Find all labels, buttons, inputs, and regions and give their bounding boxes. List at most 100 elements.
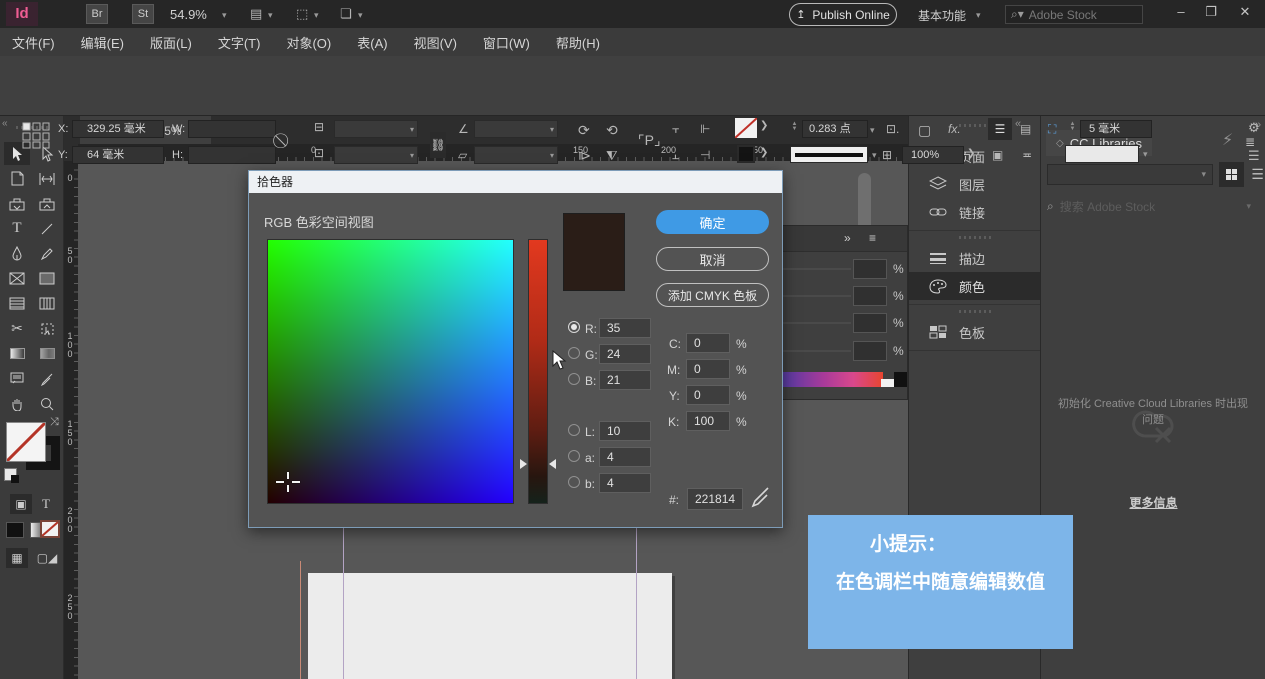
hex-eyedropper-icon[interactable] <box>751 486 771 508</box>
lab-b-field[interactable]: 4 <box>599 473 651 493</box>
width-field[interactable] <box>188 120 276 138</box>
corner-options-icon[interactable]: ⊡. <box>886 122 899 136</box>
swap-fill-stroke-icon[interactable]: ⤨ <box>50 416 59 429</box>
screen-mode-chevron-icon[interactable]: ▾ <box>314 10 319 21</box>
distribute-right-icon[interactable]: ⊣ <box>700 148 710 162</box>
y-field[interactable]: 0 <box>686 385 730 405</box>
ok-button[interactable]: 确定 <box>656 210 769 234</box>
arrange-documents-icon[interactable]: ❏ <box>340 6 352 22</box>
grid-view-button[interactable] <box>1219 162 1244 187</box>
stroke-style-chevron-icon[interactable]: ▾ <box>872 150 877 161</box>
rotate-ccw-icon[interactable]: ⟲ <box>606 122 618 139</box>
fill-proxy-none-swatch[interactable] <box>6 422 46 462</box>
cc-search-input[interactable]: ⌕ 搜索 Adobe Stock ▾ <box>1047 196 1259 216</box>
formatting-affects-text-button[interactable]: T <box>42 496 50 512</box>
panel-gear-icon[interactable]: ⚙ <box>1248 120 1260 136</box>
apply-color-button[interactable] <box>6 522 24 538</box>
fill-flyout-chevron-icon[interactable]: ❯ <box>760 147 768 158</box>
y-position-field[interactable]: 64 毫米 <box>72 146 164 164</box>
k-field[interactable]: 100 <box>686 411 730 431</box>
restore-button[interactable]: ❐ <box>1198 4 1224 20</box>
note-tool[interactable] <box>4 367 30 390</box>
gap-tool[interactable] <box>34 167 60 190</box>
pen-tool[interactable] <box>4 242 30 265</box>
stroke-style-dropdown[interactable] <box>790 146 868 163</box>
default-fill-stroke-icon[interactable] <box>4 468 17 481</box>
rectangle-tool[interactable] <box>34 267 60 290</box>
wrap-jump-icon[interactable]: ≖ <box>1022 148 1032 162</box>
wrap-bounding-icon[interactable]: ▤ <box>1020 122 1031 136</box>
stroke-color-none-swatch[interactable] <box>735 118 757 138</box>
height-field[interactable] <box>188 146 276 164</box>
opacity-field[interactable]: 100% <box>902 146 964 164</box>
c-field[interactable]: 0 <box>686 333 730 353</box>
screen-mode-icon[interactable]: ⬚ <box>296 6 308 22</box>
zoom-level-chevron-icon[interactable]: ▾ <box>222 10 227 21</box>
x-position-field[interactable]: 329.25 毫米 <box>72 120 164 138</box>
menu-edit[interactable]: 编辑(E) <box>81 33 124 52</box>
dock-item-color[interactable]: 颜色 <box>909 272 1041 300</box>
apply-none-button[interactable] <box>40 520 60 538</box>
applied-swatch-dropdown[interactable] <box>1065 145 1139 163</box>
list-view-button[interactable]: ☰ <box>1245 162 1265 187</box>
panel-menu-icon[interactable]: ☰ <box>1248 148 1260 164</box>
more-info-link[interactable]: 更多信息 <box>1041 494 1265 511</box>
black-field[interactable] <box>853 341 887 361</box>
menu-table[interactable]: 表(A) <box>357 33 387 52</box>
quick-apply-lightning-icon[interactable]: ⚡ <box>1222 130 1233 150</box>
magenta-field[interactable] <box>853 286 887 306</box>
r-field[interactable]: 35 <box>599 318 651 338</box>
type-tool[interactable]: T <box>4 217 30 240</box>
free-transform-tool[interactable] <box>34 317 60 340</box>
cancel-button[interactable]: 取消 <box>656 247 769 271</box>
applied-swatch-chevron-icon[interactable]: ▾ <box>1143 149 1148 160</box>
arrange-documents-chevron-icon[interactable]: ▾ <box>358 10 363 21</box>
g-field[interactable]: 24 <box>599 344 651 364</box>
scale-y-icon[interactable]: ⊡ <box>314 146 324 160</box>
hand-tool[interactable] <box>4 392 30 415</box>
r-radio[interactable] <box>568 321 580 333</box>
wrap-none-icon[interactable]: ☰ <box>988 118 1012 140</box>
menu-help[interactable]: 帮助(H) <box>556 33 600 52</box>
stroke-weight-field[interactable]: 0.283 点 <box>802 120 868 138</box>
scale-x-icon[interactable]: ⊟ <box>314 120 324 134</box>
g-radio[interactable] <box>568 347 580 359</box>
expand-panel-icon[interactable]: » <box>844 231 851 245</box>
gradient-feather-tool[interactable] <box>34 342 60 365</box>
l-radio[interactable] <box>568 424 580 436</box>
menu-object[interactable]: 对象(O) <box>286 33 331 52</box>
dock-item-links[interactable]: 链接 <box>909 198 1041 226</box>
adobe-stock-button[interactable]: St <box>132 4 154 24</box>
zoom-level-value[interactable]: 54.9% <box>170 7 207 22</box>
minimize-button[interactable]: – <box>1168 4 1194 19</box>
color-field[interactable] <box>267 239 514 504</box>
menu-view[interactable]: 视图(V) <box>414 33 457 52</box>
b-field[interactable]: 21 <box>599 370 651 390</box>
scale-x-dropdown[interactable]: ▾ <box>334 120 418 138</box>
effects-fx-icon[interactable]: fx. <box>948 122 961 136</box>
b-radio[interactable] <box>568 373 580 385</box>
vertical-grid-tool[interactable] <box>34 292 60 315</box>
ramp-black-swatch[interactable] <box>894 372 907 387</box>
stroke-flyout-chevron-icon[interactable]: ❯ <box>760 120 768 131</box>
corner-shape-icon[interactable]: ▢ <box>918 122 931 139</box>
menu-type[interactable]: 文字(T) <box>218 33 261 52</box>
wrap-object-icon[interactable]: ▣ <box>992 148 1003 162</box>
content-placer-tool[interactable] <box>34 192 60 215</box>
yellow-field[interactable] <box>853 313 887 333</box>
page-tool[interactable] <box>4 167 30 190</box>
gradient-swatch-tool[interactable] <box>4 342 30 365</box>
color-panel-menu-icon[interactable]: ≡ <box>869 231 876 245</box>
zoom-tool[interactable] <box>34 392 60 415</box>
distribute-left-icon[interactable]: ⊩ <box>700 122 710 136</box>
add-cmyk-swatch-button[interactable]: 添加 CMYK 色板 <box>656 283 769 307</box>
rotation-angle-dropdown[interactable]: ▾ <box>474 120 558 138</box>
publish-online-button[interactable]: ↥ Publish Online <box>789 3 897 26</box>
select-container-icon[interactable]: ⌜P⌟ <box>638 132 660 149</box>
reference-point-proxy[interactable] <box>22 122 50 150</box>
opacity-flyout-chevron-icon[interactable]: ❯ <box>967 148 975 159</box>
stock-search-input[interactable]: ⌕▾ Adobe Stock <box>1005 5 1143 24</box>
horizontal-grid-tool[interactable] <box>4 292 30 315</box>
dock-item-swatches[interactable]: 色板 <box>909 318 1041 346</box>
rotate-cw-icon[interactable]: ⟳ <box>578 122 590 139</box>
